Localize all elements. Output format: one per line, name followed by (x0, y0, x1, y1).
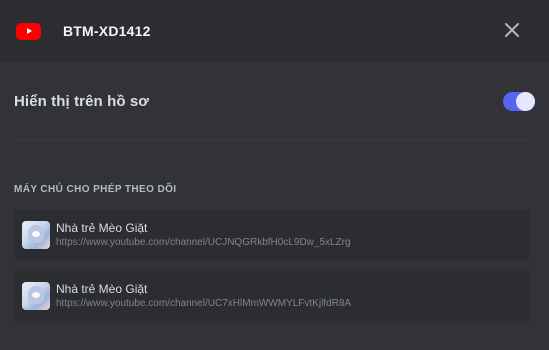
server-list: Nhà trẻ Mèo Giặt https://www.youtube.com… (14, 210, 530, 321)
modal-body: Hiển thị trên hồ sơ MÁY CHỦ CHO PHÉP THE… (0, 62, 549, 321)
toggle-knob (516, 91, 535, 111)
page-title: BTM-XD1412 (63, 23, 151, 39)
modal-header: BTM-XD1412 (0, 0, 549, 62)
profile-visibility-toggle[interactable] (503, 91, 535, 111)
close-icon (505, 23, 519, 37)
server-text: Nhà trẻ Mèo Giặt https://www.youtube.com… (56, 282, 351, 311)
server-avatar (22, 221, 50, 249)
server-name: Nhà trẻ Mèo Giặt (56, 281, 148, 296)
integration-modal: BTM-XD1412 Hiển thị trên hồ sơ MÁY CHỦ C… (0, 0, 549, 350)
server-avatar (22, 282, 50, 310)
server-text: Nhà trẻ Mèo Giặt https://www.youtube.com… (56, 221, 351, 250)
server-item[interactable]: Nhà trẻ Mèo Giặt https://www.youtube.com… (14, 271, 530, 321)
close-button[interactable] (503, 21, 521, 39)
server-url: https://www.youtube.com/channel/UC7xHlMm… (56, 297, 352, 309)
server-name: Nhà trẻ Mèo Giặt (56, 220, 148, 235)
youtube-icon (16, 22, 41, 40)
profile-visibility-label: Hiển thị trên hồ sơ (14, 92, 150, 110)
server-item[interactable]: Nhà trẻ Mèo Giặt https://www.youtube.com… (14, 210, 530, 260)
server-url: https://www.youtube.com/channel/UCJNQGRk… (56, 236, 351, 248)
profile-visibility-row: Hiển thị trên hồ sơ (14, 62, 535, 141)
section-title: MÁY CHỦ CHO PHÉP THEO DÕI (14, 184, 177, 195)
